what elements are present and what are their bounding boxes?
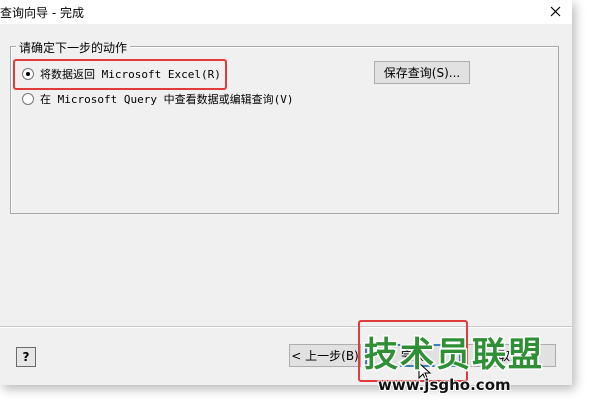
query-wizard-dialog: 查询向导 - 完成 请确定下一步的动作 将数据返回 Microsoft Exce…: [0, 0, 572, 385]
site-watermark: 技术员联盟 www.jsgho.com: [363, 335, 554, 398]
back-button[interactable]: < 上一步(B): [289, 344, 361, 367]
help-icon: ?: [22, 350, 30, 364]
view-in-query-label: 在 Microsoft Query 中查看数据或编辑查询(V): [40, 93, 294, 106]
view-in-query-option[interactable]: 在 Microsoft Query 中查看数据或编辑查询(V): [22, 91, 293, 107]
close-button[interactable]: [543, 0, 567, 22]
groupbox-legend: 请确定下一步的动作: [16, 39, 131, 56]
save-query-button[interactable]: 保存查询(S)...: [374, 61, 470, 84]
footer-separator: [0, 326, 572, 328]
watermark-logo: 技术员联盟: [363, 335, 544, 376]
help-button[interactable]: ?: [16, 347, 36, 367]
title-bar: 查询向导 - 完成: [0, 0, 572, 24]
close-icon: [550, 6, 560, 16]
radio-button-unselected[interactable]: [22, 93, 34, 105]
watermark-url: www.jsgho.com: [377, 375, 512, 395]
highlight-box: [13, 59, 227, 90]
window-title: 查询向导 - 完成: [0, 6, 84, 20]
